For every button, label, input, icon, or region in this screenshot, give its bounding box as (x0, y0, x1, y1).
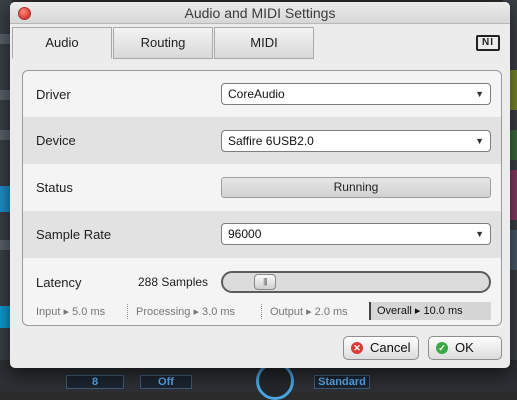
cancel-button-label: Cancel (370, 337, 410, 359)
driver-label: Driver (36, 87, 71, 102)
latency-slider-handle[interactable]: ||| (254, 274, 276, 290)
tab-midi[interactable]: MIDI (214, 27, 314, 59)
sample-rate-select[interactable]: 96000 ▼ (221, 223, 491, 245)
driver-row: Driver CoreAudio ▼ (23, 71, 502, 117)
device-select[interactable]: Saffire 6USB2.0 ▼ (221, 130, 491, 152)
background-field: 8 (66, 375, 124, 389)
cancel-button[interactable]: ✕ Cancel (343, 336, 419, 360)
window-title: Audio and MIDI Settings (185, 5, 336, 21)
chevron-down-icon: ▼ (475, 224, 484, 244)
check-icon: ✓ (436, 342, 448, 354)
driver-select[interactable]: CoreAudio ▼ (221, 83, 491, 105)
overall-latency: Overall ▸ 10.0 ms (369, 302, 491, 320)
ni-logo: NI (476, 35, 500, 51)
window-titlebar[interactable]: Audio and MIDI Settings (10, 2, 510, 24)
latency-breakdown: Input ▸ 5.0 ms Processing ▸ 3.0 ms Outpu… (23, 302, 502, 322)
latency-label: Latency (36, 275, 82, 290)
input-latency: Input ▸ 5.0 ms (36, 305, 105, 318)
window-close-button[interactable] (18, 7, 31, 20)
chevron-down-icon: ▼ (475, 131, 484, 151)
audio-settings-panel: Driver CoreAudio ▼ Device Saffire 6USB2.… (22, 70, 502, 326)
sample-rate-value: 96000 (228, 227, 261, 241)
ok-button-label: OK (455, 337, 474, 359)
driver-value: CoreAudio (228, 87, 285, 101)
status-indicator: Running (221, 177, 491, 198)
tab-audio[interactable]: Audio (12, 27, 112, 59)
ok-button[interactable]: ✓ OK (428, 336, 502, 360)
divider (127, 304, 128, 319)
latency-slider[interactable]: ||| (221, 271, 491, 293)
tab-routing[interactable]: Routing (113, 27, 213, 59)
device-row: Device Saffire 6USB2.0 ▼ (23, 117, 502, 164)
device-label: Device (36, 133, 76, 148)
background-field: Standard (314, 375, 370, 389)
latency-value: 288 Samples (138, 275, 208, 289)
audio-midi-settings-window: Audio and MIDI Settings Audio Routing MI… (10, 2, 510, 368)
status-row: Status Running (23, 164, 502, 211)
sample-rate-row: Sample Rate 96000 ▼ (23, 211, 502, 258)
output-latency: Output ▸ 2.0 ms (270, 305, 348, 318)
tab-bar: Audio Routing MIDI (12, 27, 315, 59)
divider (261, 304, 262, 319)
background-field: Off (140, 375, 192, 389)
device-value: Saffire 6USB2.0 (228, 134, 314, 148)
status-label: Status (36, 180, 73, 195)
processing-latency: Processing ▸ 3.0 ms (136, 305, 235, 318)
cancel-icon: ✕ (351, 342, 363, 354)
sample-rate-label: Sample Rate (36, 227, 111, 242)
chevron-down-icon: ▼ (475, 84, 484, 104)
